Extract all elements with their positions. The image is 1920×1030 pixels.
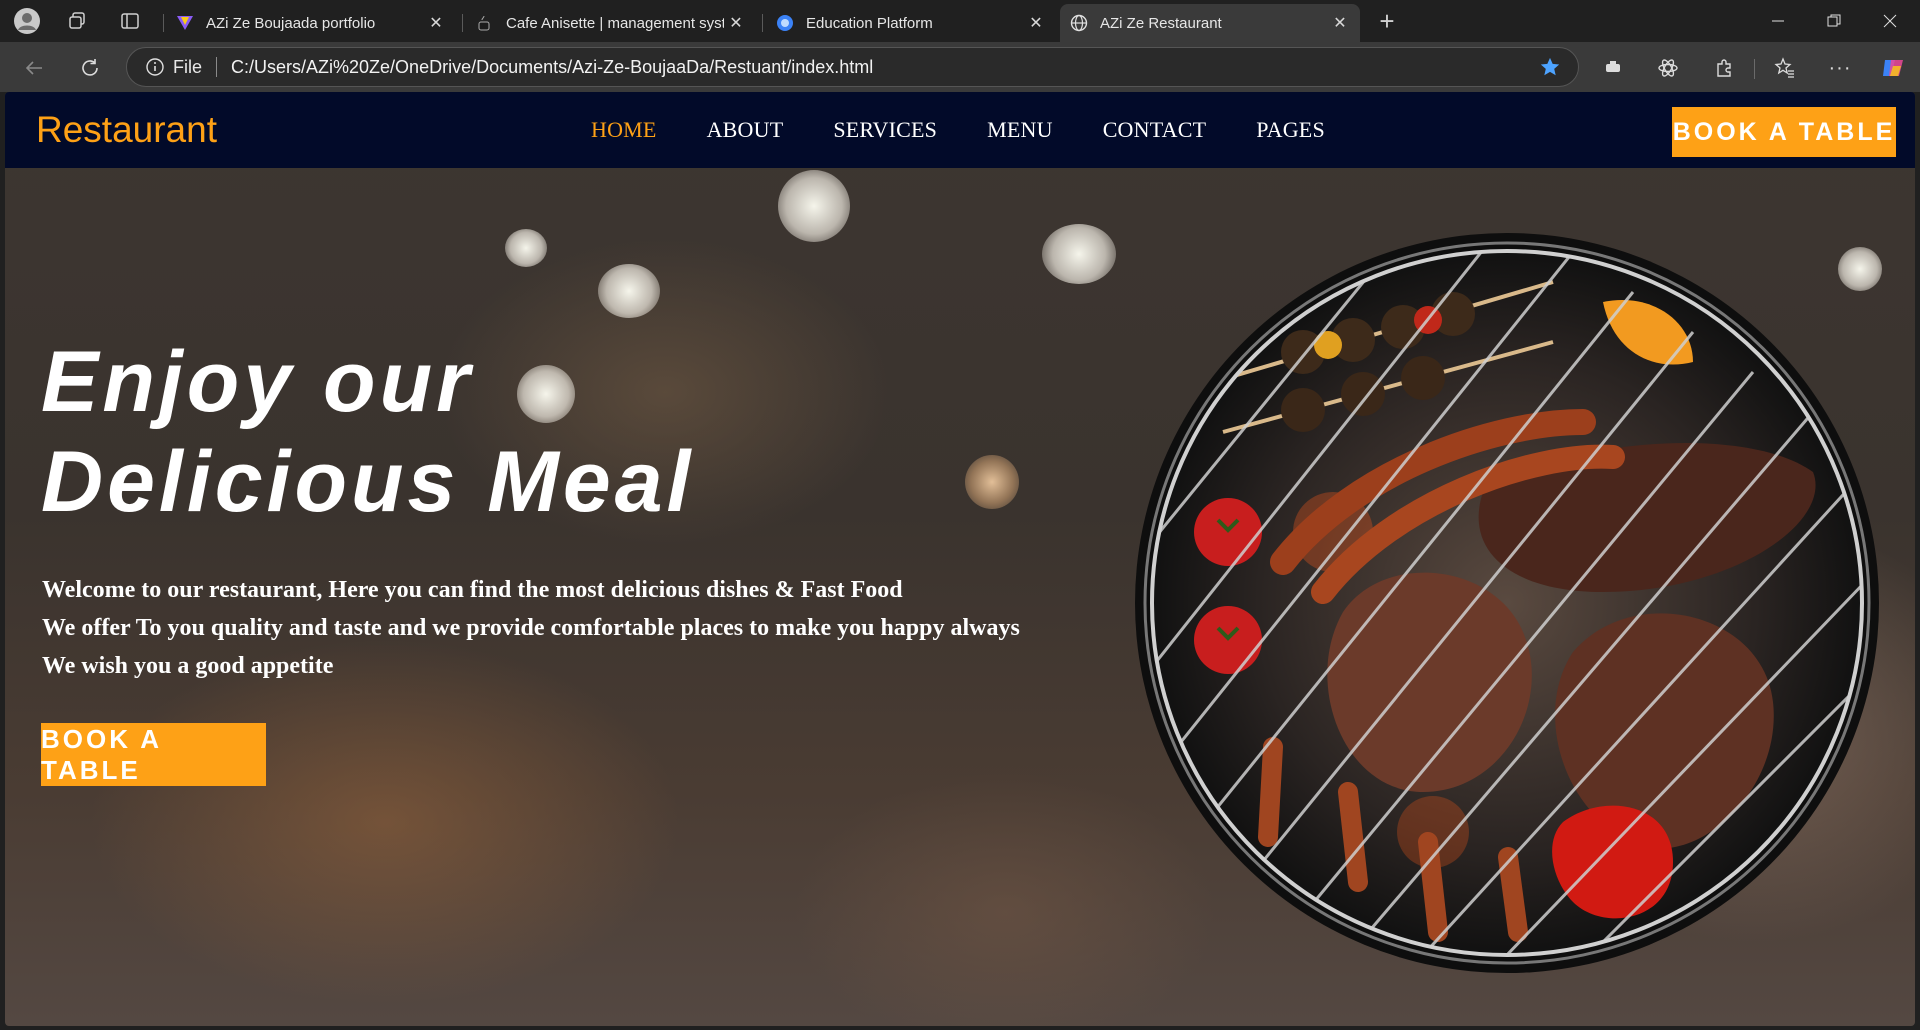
page-viewport: Restaurant HOME ABOUT SERVICES MENU CONT… (5, 92, 1915, 1026)
education-favicon-icon (776, 14, 794, 32)
close-window-icon[interactable] (1862, 0, 1918, 42)
tab-portfolio[interactable]: AZi Ze Boujaada portfolio ✕ (166, 4, 456, 42)
favorites-icon[interactable] (1769, 52, 1801, 84)
site-navbar: Restaurant HOME ABOUT SERVICES MENU CONT… (5, 92, 1915, 168)
minimize-icon[interactable] (1750, 0, 1806, 42)
workspaces-icon[interactable] (62, 6, 92, 36)
browser-toolbar: File C:/Users/AZi%20Ze/OneDrive/Document… (0, 42, 1920, 92)
nav-home[interactable]: HOME (591, 117, 657, 143)
browser-tab-bar: AZi Ze Boujaada portfolio ✕ Cafe Anisett… (0, 0, 1920, 42)
new-tab-icon[interactable]: + (1372, 6, 1402, 36)
tab-label: AZi Ze Boujaada portfolio (206, 14, 376, 32)
vertical-tabs-icon[interactable] (115, 6, 145, 36)
read-aloud-icon[interactable] (1597, 52, 1629, 84)
hero-text-line-3: We wish you a good appetite (42, 653, 334, 679)
nav-contact[interactable]: CONTACT (1103, 117, 1207, 143)
bokeh-light (1042, 224, 1116, 284)
hero-title-line-1: Enjoy our (41, 334, 474, 430)
tab-education-platform[interactable]: Education Platform ✕ (766, 4, 1056, 42)
bokeh-light (778, 170, 850, 242)
tab-cafe-anisette[interactable]: Cafe Anisette | management syste ✕ (466, 4, 756, 42)
globe-icon (1070, 14, 1088, 32)
hero-title: Enjoy our Delicious Meal (41, 332, 941, 532)
close-icon[interactable]: ✕ (724, 11, 748, 35)
main-menu: HOME ABOUT SERVICES MENU CONTACT PAGES (591, 92, 1375, 168)
favorite-star-icon[interactable] (1532, 49, 1568, 85)
refresh-icon[interactable] (74, 52, 106, 84)
nav-about[interactable]: ABOUT (707, 117, 784, 143)
hero-book-table-button[interactable]: BOOK A TABLE (41, 723, 266, 786)
extensions-atom-icon[interactable] (1652, 52, 1684, 84)
bbq-grill-image (1135, 233, 1879, 973)
copilot-icon[interactable] (1877, 52, 1909, 84)
divider (216, 57, 218, 77)
brand-logo[interactable]: Restaurant (36, 109, 217, 151)
tab-azi-restaurant[interactable]: AZi Ze Restaurant ✕ (1060, 4, 1360, 42)
tab-label: AZi Ze Restaurant (1100, 14, 1222, 32)
hero-text-line-2: We offer To you quality and taste and we… (42, 615, 1020, 641)
nav-services[interactable]: SERVICES (833, 117, 937, 143)
profile-avatar-icon[interactable] (12, 6, 42, 36)
close-icon[interactable]: ✕ (1328, 11, 1352, 35)
portfolio-favicon-icon (176, 14, 194, 32)
bokeh-light (965, 455, 1019, 509)
back-arrow-icon[interactable] (18, 52, 50, 84)
more-options-icon[interactable]: ··· (1824, 52, 1856, 84)
close-icon[interactable]: ✕ (1024, 11, 1048, 35)
nav-menu[interactable]: MENU (987, 117, 1053, 143)
info-icon[interactable] (145, 57, 165, 77)
hero-text-line-1: Welcome to our restaurant, Here you can … (42, 577, 903, 603)
bokeh-light (505, 229, 547, 267)
tab-label: Cafe Anisette | management syste (506, 14, 724, 32)
bokeh-light (598, 264, 660, 318)
close-icon[interactable]: ✕ (424, 11, 448, 35)
url-text[interactable]: C:/Users/AZi%20Ze/OneDrive/Documents/Azi… (231, 57, 1532, 78)
tab-label: Education Platform (806, 14, 933, 32)
puzzle-extensions-icon[interactable] (1708, 52, 1740, 84)
coffee-cup-icon (476, 14, 494, 32)
hero-title-line-2: Delicious Meal (41, 434, 695, 530)
address-bar[interactable]: File C:/Users/AZi%20Ze/OneDrive/Document… (126, 47, 1579, 87)
scheme-label: File (173, 56, 203, 77)
nav-book-table-button[interactable]: BOOK A TABLE (1672, 107, 1896, 157)
restore-icon[interactable] (1806, 0, 1862, 42)
nav-pages[interactable]: PAGES (1256, 117, 1325, 143)
